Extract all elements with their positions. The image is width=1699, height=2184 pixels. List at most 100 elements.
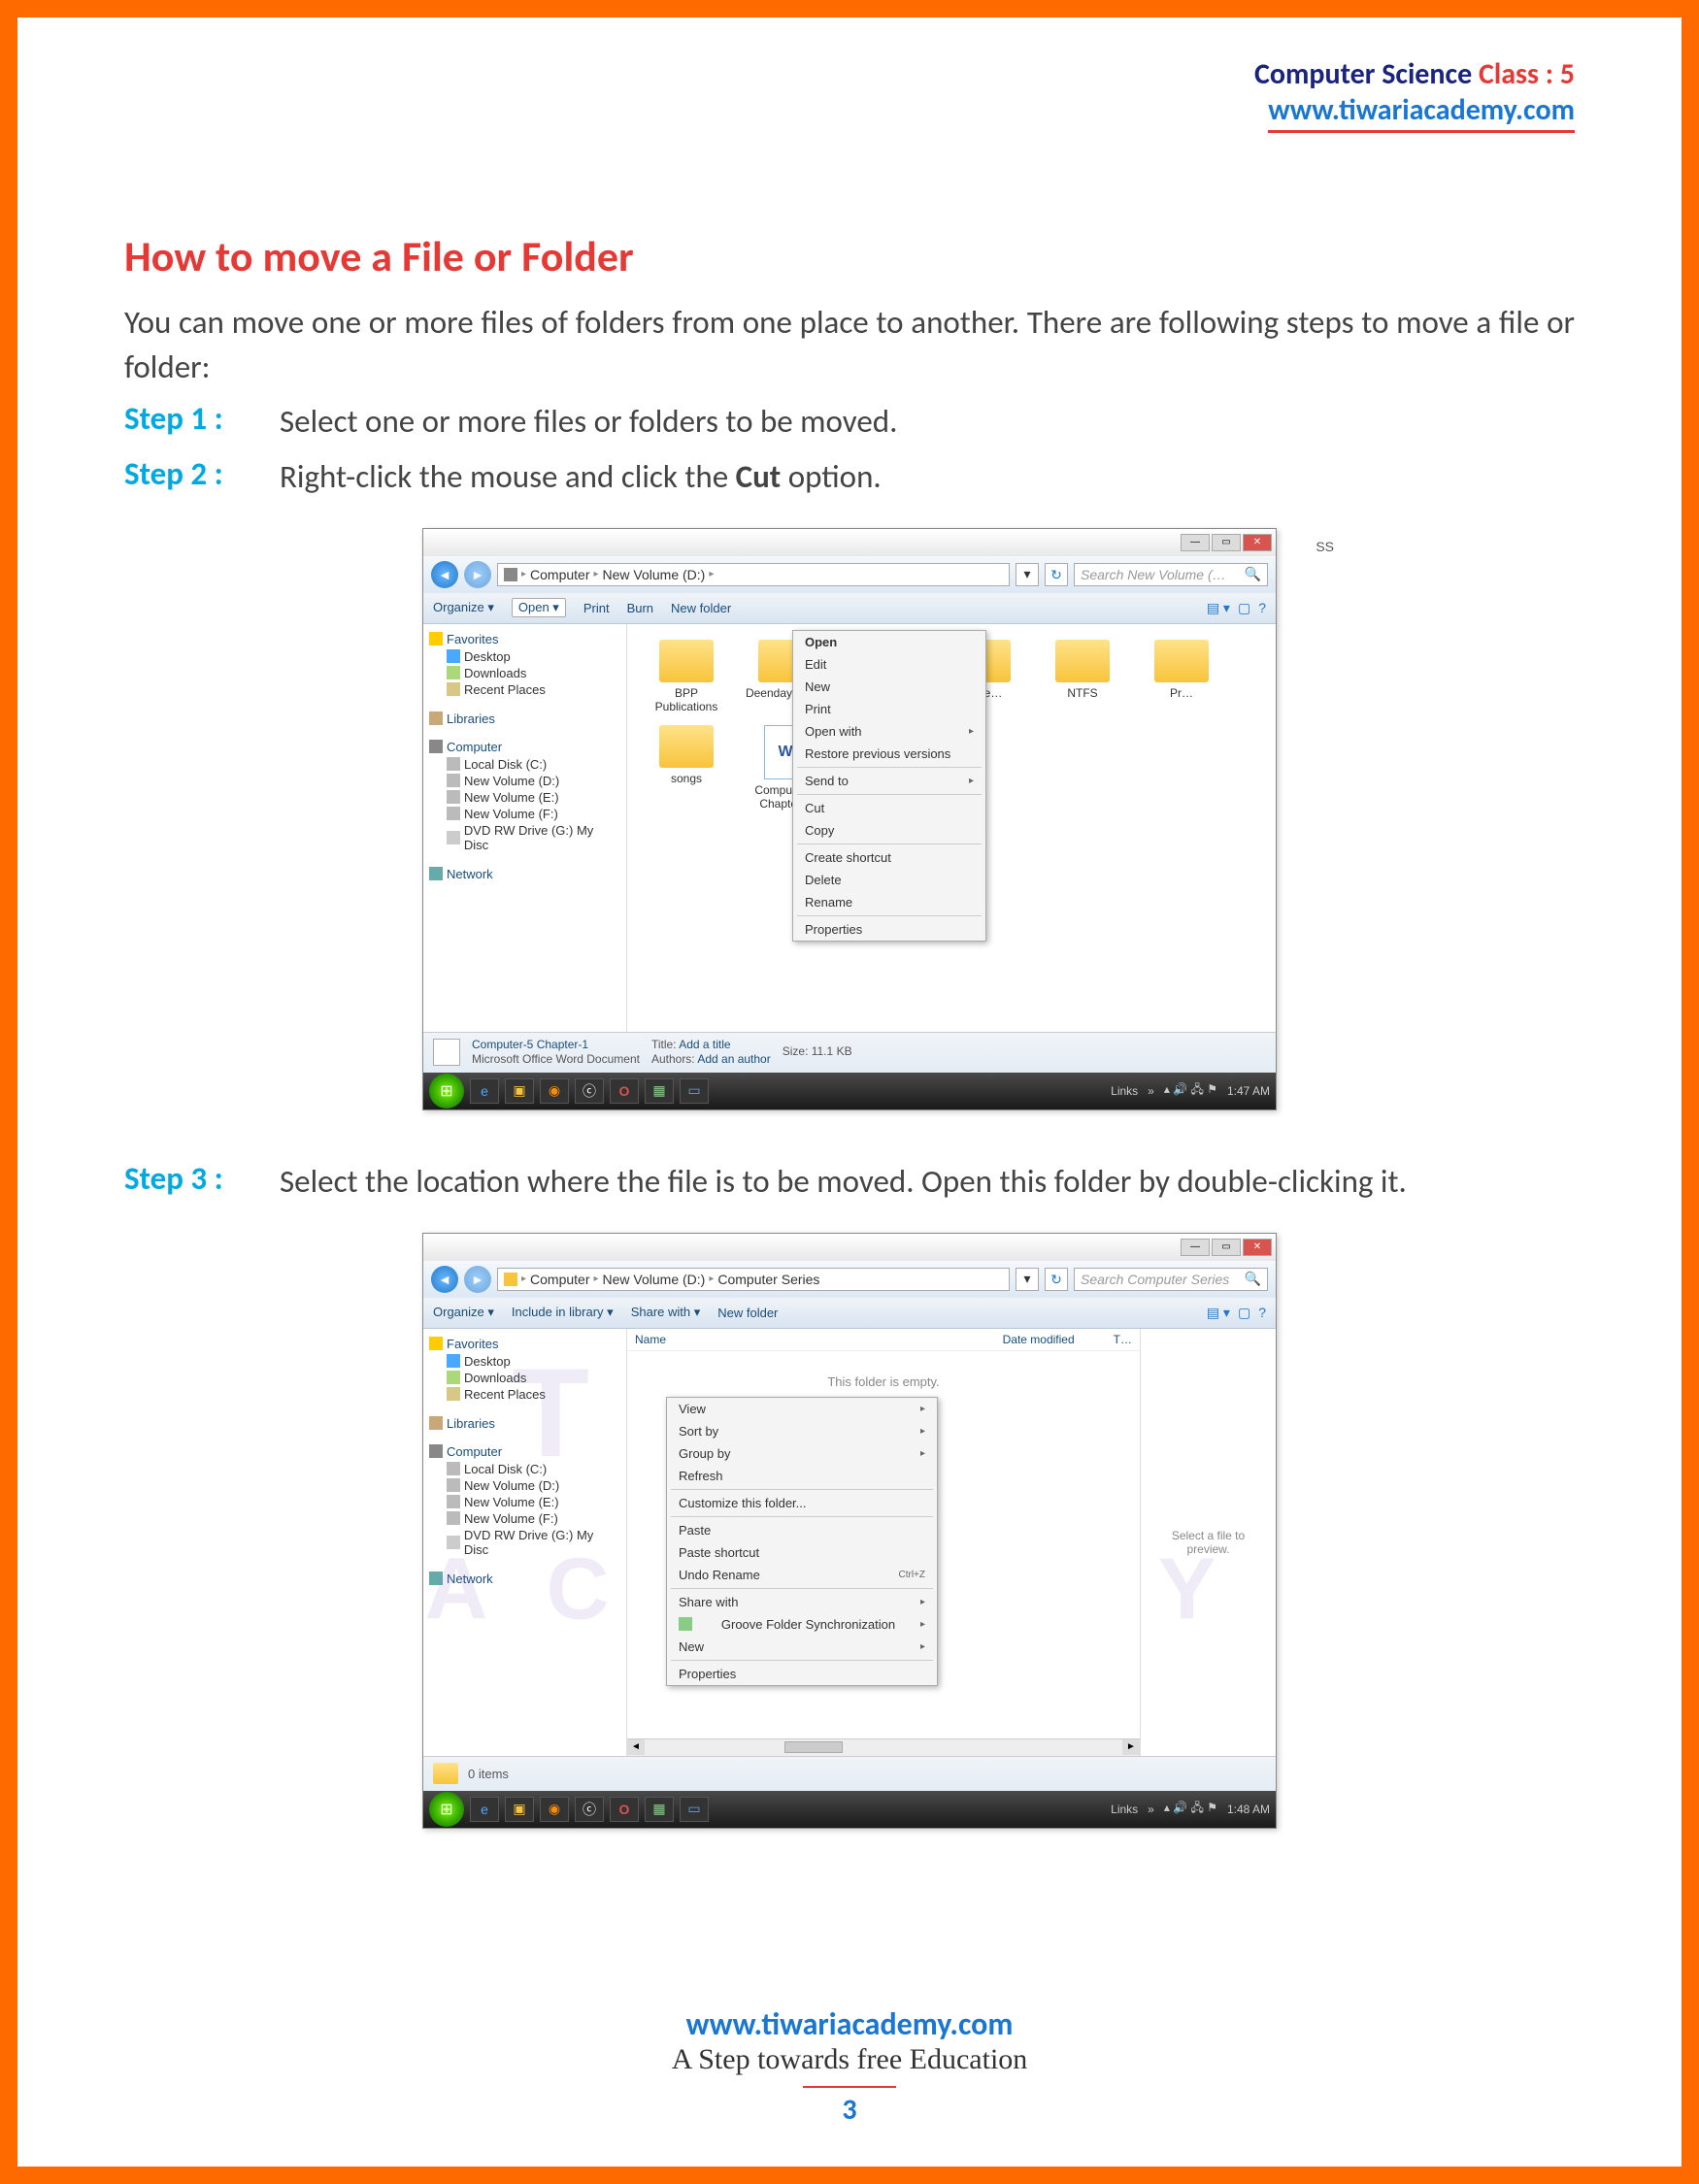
taskbar-ie[interactable]: e <box>470 1797 499 1822</box>
new-folder-button[interactable]: New folder <box>717 1306 778 1320</box>
close-button[interactable]: ✕ <box>1243 1239 1272 1256</box>
taskbar-app[interactable]: ⓒ <box>575 1797 604 1822</box>
taskbar-app[interactable]: ▭ <box>680 1078 709 1104</box>
start-button[interactable] <box>429 1074 464 1109</box>
network-header[interactable]: Network <box>429 1572 620 1586</box>
back-button[interactable]: ◄ <box>431 1266 458 1293</box>
sidebar-item-c[interactable]: Local Disk (C:) <box>429 756 620 773</box>
folder-item[interactable]: Pr… <box>1138 640 1225 713</box>
close-button[interactable]: ✕ <box>1243 534 1272 551</box>
sidebar-item-desktop[interactable]: Desktop <box>429 1353 620 1370</box>
menu-rename[interactable]: Rename <box>793 891 985 913</box>
menu-paste-shortcut[interactable]: Paste shortcut <box>667 1541 937 1564</box>
sidebar-item-c[interactable]: Local Disk (C:) <box>429 1461 620 1477</box>
menu-view[interactable]: View▸ <box>667 1398 937 1420</box>
menu-edit[interactable]: Edit <box>793 653 985 676</box>
sidebar-item-dvd[interactable]: DVD RW Drive (G:) My Disc <box>429 1527 620 1558</box>
preview-button[interactable]: ▢ <box>1238 1305 1250 1321</box>
folder-item[interactable]: songs <box>643 725 730 811</box>
taskbar-app[interactable]: ▦ <box>645 1797 674 1822</box>
favorites-header[interactable]: Favorites <box>429 632 620 646</box>
taskbar-app[interactable]: ▭ <box>680 1797 709 1822</box>
menu-sort-by[interactable]: Sort by▸ <box>667 1420 937 1442</box>
refresh-button[interactable]: ↻ <box>1045 1268 1068 1291</box>
menu-new[interactable]: New <box>793 676 985 698</box>
help-button[interactable]: ? <box>1258 1305 1266 1321</box>
taskbar-app[interactable]: ◉ <box>540 1797 569 1822</box>
open-button[interactable]: Open ▾ <box>512 598 566 617</box>
column-headers[interactable]: NameDate modifiedT… <box>627 1329 1140 1351</box>
organize-button[interactable]: Organize ▾ <box>433 600 494 615</box>
taskbar-app[interactable]: ▦ <box>645 1078 674 1104</box>
taskbar-app[interactable]: ◉ <box>540 1078 569 1104</box>
taskbar-explorer[interactable]: ▣ <box>505 1078 534 1104</box>
menu-groove-folder-synchronization[interactable]: Groove Folder Synchronization▸ <box>667 1613 937 1636</box>
taskbar-app[interactable]: O <box>610 1797 639 1822</box>
sidebar-item-downloads[interactable]: Downloads <box>429 1370 620 1386</box>
view-button[interactable]: ▤ ▾ <box>1207 600 1230 616</box>
minimize-button[interactable]: — <box>1181 534 1210 551</box>
computer-header[interactable]: Computer <box>429 740 620 754</box>
breadcrumb[interactable]: ▸Computer ▸New Volume (D:) ▸Computer Ser… <box>497 1268 1010 1291</box>
view-button[interactable]: ▤ ▾ <box>1207 1305 1230 1321</box>
menu-print[interactable]: Print <box>793 698 985 720</box>
menu-undo-rename[interactable]: Undo RenameCtrl+Z <box>667 1564 937 1586</box>
sidebar-item-recent[interactable]: Recent Places <box>429 1386 620 1403</box>
preview-button[interactable]: ▢ <box>1238 600 1250 616</box>
computer-header[interactable]: Computer <box>429 1444 620 1459</box>
sidebar-item-recent[interactable]: Recent Places <box>429 681 620 698</box>
include-button[interactable]: Include in library ▾ <box>512 1305 614 1320</box>
sidebar-item-downloads[interactable]: Downloads <box>429 665 620 681</box>
dropdown-button[interactable]: ▾ <box>1016 1268 1039 1291</box>
taskbar-app[interactable]: ⓒ <box>575 1078 604 1104</box>
breadcrumb[interactable]: ▸Computer ▸New Volume (D:) ▸ <box>497 563 1010 586</box>
network-header[interactable]: Network <box>429 867 620 881</box>
print-button[interactable]: Print <box>583 601 610 615</box>
menu-customize-this-folder-[interactable]: Customize this folder... <box>667 1492 937 1514</box>
new-folder-button[interactable]: New folder <box>671 601 731 615</box>
scrollbar-horizontal[interactable]: ◄► <box>627 1738 1140 1756</box>
menu-delete[interactable]: Delete <box>793 869 985 891</box>
menu-cut[interactable]: Cut <box>793 797 985 819</box>
refresh-button[interactable]: ↻ <box>1045 563 1068 586</box>
maximize-button[interactable]: ▭ <box>1212 534 1241 551</box>
search-input[interactable]: Search Computer Series🔍 <box>1074 1268 1268 1291</box>
sidebar-item-d[interactable]: New Volume (D:) <box>429 1477 620 1494</box>
taskbar-app[interactable]: O <box>610 1078 639 1104</box>
menu-send-to[interactable]: Send to▸ <box>793 770 985 792</box>
taskbar-ie[interactable]: e <box>470 1078 499 1104</box>
menu-new[interactable]: New▸ <box>667 1636 937 1658</box>
content-pane[interactable]: NameDate modifiedT… This folder is empty… <box>627 1329 1140 1756</box>
share-button[interactable]: Share with ▾ <box>631 1305 701 1320</box>
menu-paste[interactable]: Paste <box>667 1519 937 1541</box>
sidebar-item-f[interactable]: New Volume (F:) <box>429 1510 620 1527</box>
back-button[interactable]: ◄ <box>431 561 458 588</box>
minimize-button[interactable]: — <box>1181 1239 1210 1256</box>
favorites-header[interactable]: Favorites <box>429 1337 620 1351</box>
libraries-header[interactable]: Libraries <box>429 1416 620 1431</box>
maximize-button[interactable]: ▭ <box>1212 1239 1241 1256</box>
content-pane[interactable]: BPP Publications Deendayal G… Jaipur Nus… <box>627 624 1276 1032</box>
sidebar-item-e[interactable]: New Volume (E:) <box>429 789 620 806</box>
folder-item[interactable]: BPP Publications <box>643 640 730 713</box>
menu-properties[interactable]: Properties <box>667 1663 937 1685</box>
libraries-header[interactable]: Libraries <box>429 711 620 726</box>
menu-share-with[interactable]: Share with▸ <box>667 1591 937 1613</box>
menu-copy[interactable]: Copy <box>793 819 985 842</box>
sidebar-item-dvd[interactable]: DVD RW Drive (G:) My Disc <box>429 822 620 853</box>
organize-button[interactable]: Organize ▾ <box>433 1305 494 1320</box>
sidebar-item-e[interactable]: New Volume (E:) <box>429 1494 620 1510</box>
menu-group-by[interactable]: Group by▸ <box>667 1442 937 1465</box>
help-button[interactable]: ? <box>1258 600 1266 616</box>
menu-properties[interactable]: Properties <box>793 918 985 941</box>
folder-item[interactable]: NTFS <box>1039 640 1126 713</box>
burn-button[interactable]: Burn <box>627 601 653 615</box>
sidebar-item-f[interactable]: New Volume (F:) <box>429 806 620 822</box>
menu-create-shortcut[interactable]: Create shortcut <box>793 846 985 869</box>
menu-open-with[interactable]: Open with▸ <box>793 720 985 743</box>
forward-button[interactable]: ► <box>464 1266 491 1293</box>
start-button[interactable] <box>429 1792 464 1827</box>
dropdown-button[interactable]: ▾ <box>1016 563 1039 586</box>
forward-button[interactable]: ► <box>464 561 491 588</box>
menu-refresh[interactable]: Refresh <box>667 1465 937 1487</box>
